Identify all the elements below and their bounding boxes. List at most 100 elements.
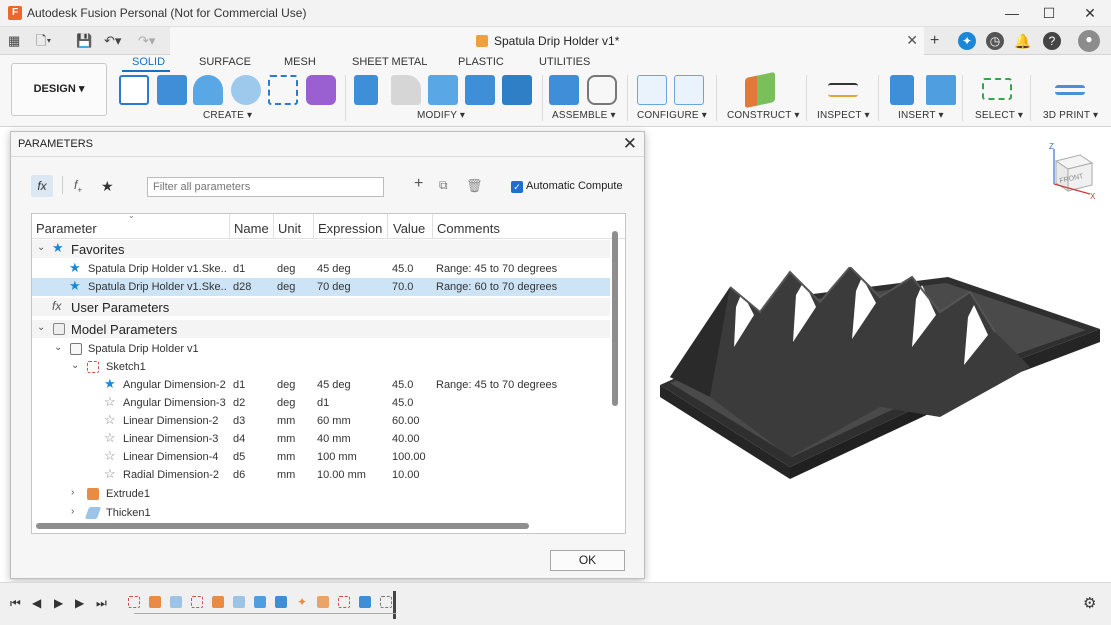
favorite-star-outline-icon[interactable]: ☆ [104,448,116,464]
column-header-comments[interactable]: Comments [437,221,500,236]
go-to-start-icon[interactable]: ⏮ [10,596,21,611]
new-tab-icon[interactable]: + [930,32,939,50]
configuration-table-icon[interactable] [674,75,704,105]
3d-print-group-label[interactable]: 3D PRINT ▾ [1043,110,1098,121]
timeline-sketch-icon[interactable] [128,596,140,608]
user-avatar-icon[interactable]: ● [1078,30,1100,52]
table-row[interactable]: ☆ Linear Dimension-4 d5 mm 100 mm 100.00 [32,448,610,466]
measure-icon[interactable] [828,83,858,97]
extensions-icon[interactable]: ✦ [958,32,976,50]
favorite-star-outline-icon[interactable]: ☆ [104,412,116,428]
favorite-star-outline-icon[interactable]: ☆ [104,466,116,482]
timeline-thicken-icon[interactable] [170,596,182,608]
step-back-icon[interactable]: ◀ [32,596,41,610]
column-header-unit[interactable]: Unit [278,221,301,236]
viewcube[interactable]: Z X FRONT [1046,139,1098,201]
revolve-icon[interactable] [193,75,223,105]
tab-mesh[interactable]: MESH [284,56,316,68]
table-row-selected[interactable]: ★ Spatula Drip Holder v1.Ske... d28 deg … [32,278,610,296]
notifications-icon[interactable]: 🔔 [1014,32,1032,50]
add-parameter-icon[interactable]: + [414,175,423,193]
favorite-star-outline-icon[interactable]: ☆ [104,394,116,410]
comment-cell[interactable]: Range: 60 to 70 degrees [436,281,557,293]
document-tab[interactable]: Spatula Drip Holder v1* ✕ [170,27,924,55]
app-grid-icon[interactable]: ▦ [8,32,20,50]
favorite-star-icon[interactable]: ★ [69,260,81,276]
configure-icon[interactable] [637,75,667,105]
3d-print-icon[interactable] [1055,85,1085,95]
column-header-parameter[interactable]: Parameter [36,221,97,236]
timeline-marker[interactable] [393,591,396,619]
table-row[interactable]: ☆ Radial Dimension-2 d6 mm 10.00 mm 10.0… [32,466,610,484]
timeline-extrude-icon[interactable] [212,596,224,608]
favorite-star-icon[interactable]: ★ [104,376,116,392]
tab-plastic[interactable]: PLASTIC [458,56,504,68]
pattern-icon[interactable] [268,75,298,105]
feature-row[interactable]: › Thicken1 [32,504,610,522]
extrude-icon[interactable] [157,75,187,105]
create-group-label[interactable]: CREATE ▾ [203,110,252,121]
copy-parameter-icon[interactable]: ⧉ [439,178,448,193]
offset-face-icon[interactable] [502,75,532,105]
hole-icon[interactable] [231,75,261,105]
shell-icon[interactable] [428,75,458,105]
press-pull-icon[interactable] [354,75,378,105]
favorite-star-outline-icon[interactable]: ☆ [104,430,116,446]
save-icon[interactable]: 💾 [76,32,92,50]
timeline-construction-icon[interactable]: ✦ [296,596,308,608]
expression-cell[interactable]: 60 mm [317,415,351,427]
workspace-switcher-button[interactable]: DESIGN ▾ [11,63,107,116]
expand-chevron-icon[interactable]: › [71,487,74,498]
create-sketch-icon[interactable] [119,75,149,105]
construct-group-label[interactable]: CONSTRUCT ▾ [727,110,800,121]
redo-icon[interactable]: ↷▾ [138,32,155,50]
timeline-feature-icon[interactable] [275,596,287,608]
maximize-button[interactable]: ☐ [1034,3,1064,23]
collapse-chevron-icon[interactable]: ⌄ [37,242,45,253]
feature-row[interactable]: › Extrude1 [32,485,610,503]
tab-utilities[interactable]: UTILITIES [539,56,590,68]
table-row[interactable]: ☆ Linear Dimension-3 d4 mm 40 mm 40.00 [32,430,610,448]
expression-cell[interactable]: 40 mm [317,433,351,445]
expression-cell[interactable]: 45 deg [317,379,351,391]
modify-group-label[interactable]: MODIFY ▾ [417,110,465,121]
group-row-model-parameters[interactable]: ⌄ Model Parameters [32,320,610,338]
timeline-feature-icon[interactable] [359,596,371,608]
inspect-group-label[interactable]: INSPECT ▾ [817,110,870,121]
comment-cell[interactable]: Range: 45 to 70 degrees [436,379,557,391]
comment-cell[interactable]: Range: 45 to 70 degrees [436,263,557,275]
group-row-user-parameters[interactable]: fx User Parameters [32,298,610,316]
timeline-thicken-icon[interactable] [233,596,245,608]
horizontal-scrollbar[interactable] [36,523,529,529]
spatula-drip-holder-model[interactable] [650,267,1105,482]
automatic-compute-checkbox[interactable]: ✓ [511,181,523,193]
expression-cell[interactable]: 10.00 mm [317,469,366,481]
expression-cell[interactable]: d1 [317,397,329,409]
filter-parameters-input[interactable] [147,177,384,197]
play-icon[interactable]: ▶ [54,596,63,610]
close-document-icon[interactable]: ✕ [906,32,918,49]
collapse-chevron-icon[interactable]: ⌄ [37,322,45,333]
timeline-extrude-icon[interactable] [149,596,161,608]
sketch-row[interactable]: ⌄ Sketch1 [32,358,610,376]
go-to-end-icon[interactable]: ⏭ [96,596,107,611]
vertical-scrollbar[interactable] [612,231,618,406]
table-row[interactable]: ☆ Angular Dimension-3 d2 deg d1 45.0 [32,394,610,412]
favorite-star-icon[interactable]: ★ [69,278,81,294]
help-icon[interactable]: ? [1043,32,1061,50]
insert-derive-icon[interactable] [890,75,914,105]
minimize-button[interactable]: — [997,3,1027,23]
fillet-icon[interactable] [391,75,421,105]
column-header-expression[interactable]: Expression [318,221,382,236]
file-menu-icon[interactable]: 🗋▾ [36,32,51,50]
component-row[interactable]: ⌄ Spatula Drip Holder v1 [32,340,610,358]
assemble-group-label[interactable]: ASSEMBLE ▾ [552,110,616,121]
dialog-close-icon[interactable]: ✕ [623,134,637,154]
expression-cell[interactable]: 70 deg [317,281,351,293]
timeline-feature-icon[interactable] [380,596,392,608]
favorites-star-icon[interactable]: ★ [101,178,114,195]
offset-plane-icon[interactable] [745,71,775,109]
timeline-feature-icon[interactable] [254,596,266,608]
timeline-sketch-icon[interactable] [338,596,350,608]
undo-icon[interactable]: ↶▾ [104,32,121,50]
